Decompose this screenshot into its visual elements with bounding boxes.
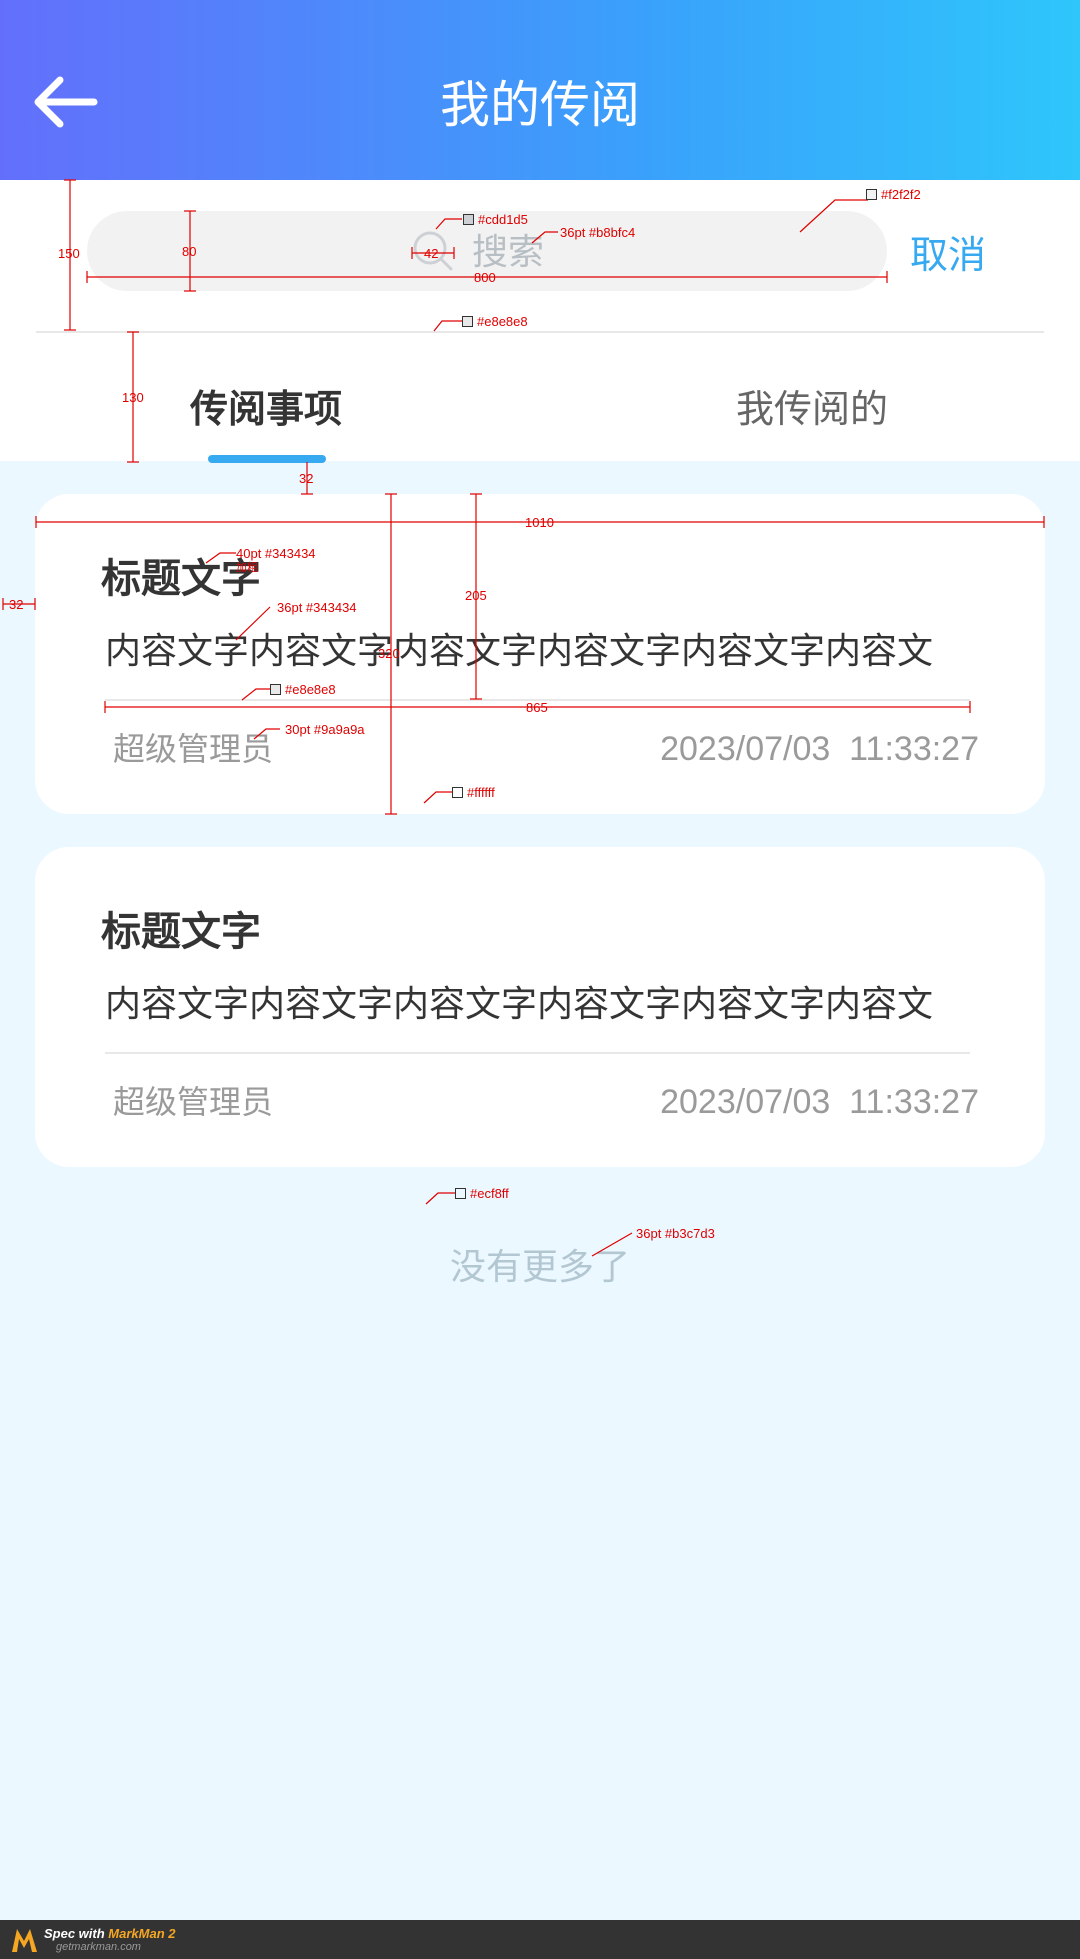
spec-color-label: #e8e8e8 xyxy=(270,682,336,697)
tab-my-circulated[interactable]: 我传阅的 xyxy=(736,382,888,436)
card-content: 内容文字内容文字内容文字内容文字内容文字内容文 xyxy=(105,631,934,672)
spec-color-label: #cdd1d5 xyxy=(463,212,528,227)
list-item[interactable]: 标题文字 内容文字内容文字内容文字内容文字内容文字内容文 超级管理员 2023/… xyxy=(35,494,1045,814)
spec-font-label: 加粗 xyxy=(236,562,258,574)
spec-color-label: #ffffff xyxy=(452,785,495,800)
spec-font-label: 36pt #b8bfc4 xyxy=(560,225,636,240)
spec-label: 32 xyxy=(299,471,314,486)
spec-label: 205 xyxy=(465,588,487,603)
spec-font-label: 36pt #b3c7d3 xyxy=(636,1226,715,1241)
card-title: 标题文字 xyxy=(101,909,261,955)
card-author: 超级管理员 xyxy=(113,1083,274,1121)
spec-label: 32 xyxy=(9,597,24,612)
card-time: 2023/07/03 11:33:27 xyxy=(660,1083,979,1121)
spec-label: 150 xyxy=(58,246,80,261)
footer-brand: Spec with MarkMan 2 xyxy=(44,1926,176,1941)
card-content: 内容文字内容文字内容文字内容文字内容文字内容文 xyxy=(105,984,934,1025)
page-title: 我的传阅 xyxy=(440,76,640,134)
spec-label: 1010 xyxy=(525,515,554,530)
card-time: 2023/07/03 11:33:27 xyxy=(660,730,979,768)
spec-font-label: 40pt #343434 xyxy=(236,546,316,561)
spec-label: 865 xyxy=(526,700,548,715)
card-author: 超级管理员 xyxy=(113,730,274,768)
list-item[interactable]: 标题文字 内容文字内容文字内容文字内容文字内容文字内容文 超级管理员 2023/… xyxy=(35,847,1045,1167)
no-more-text: 没有更多了 xyxy=(449,1247,630,1288)
spec-color-label: #ecf8ff xyxy=(455,1186,509,1201)
spec-label: 80 xyxy=(182,244,197,259)
spec-label: 42 xyxy=(424,246,439,261)
spec-font-label: 36pt #343434 xyxy=(277,600,357,615)
spec-color-label: #e8e8e8 xyxy=(462,314,528,329)
markman-logo-icon xyxy=(12,1929,37,1952)
cancel-button[interactable]: 取消 xyxy=(910,228,986,282)
spec-label: 800 xyxy=(474,270,496,285)
spec-font-label: 30pt #9a9a9a xyxy=(285,722,365,737)
tab-circulation-items[interactable]: 传阅事项 xyxy=(190,382,342,436)
spec-label: 130 xyxy=(122,390,144,405)
spec-color-label: #f2f2f2 xyxy=(866,187,921,202)
divider xyxy=(36,331,1044,333)
card-divider xyxy=(105,1052,970,1054)
spec-label: 320 xyxy=(378,646,400,661)
tab-active-indicator xyxy=(208,455,326,463)
footer-url: getmarkman.com xyxy=(56,1941,141,1953)
